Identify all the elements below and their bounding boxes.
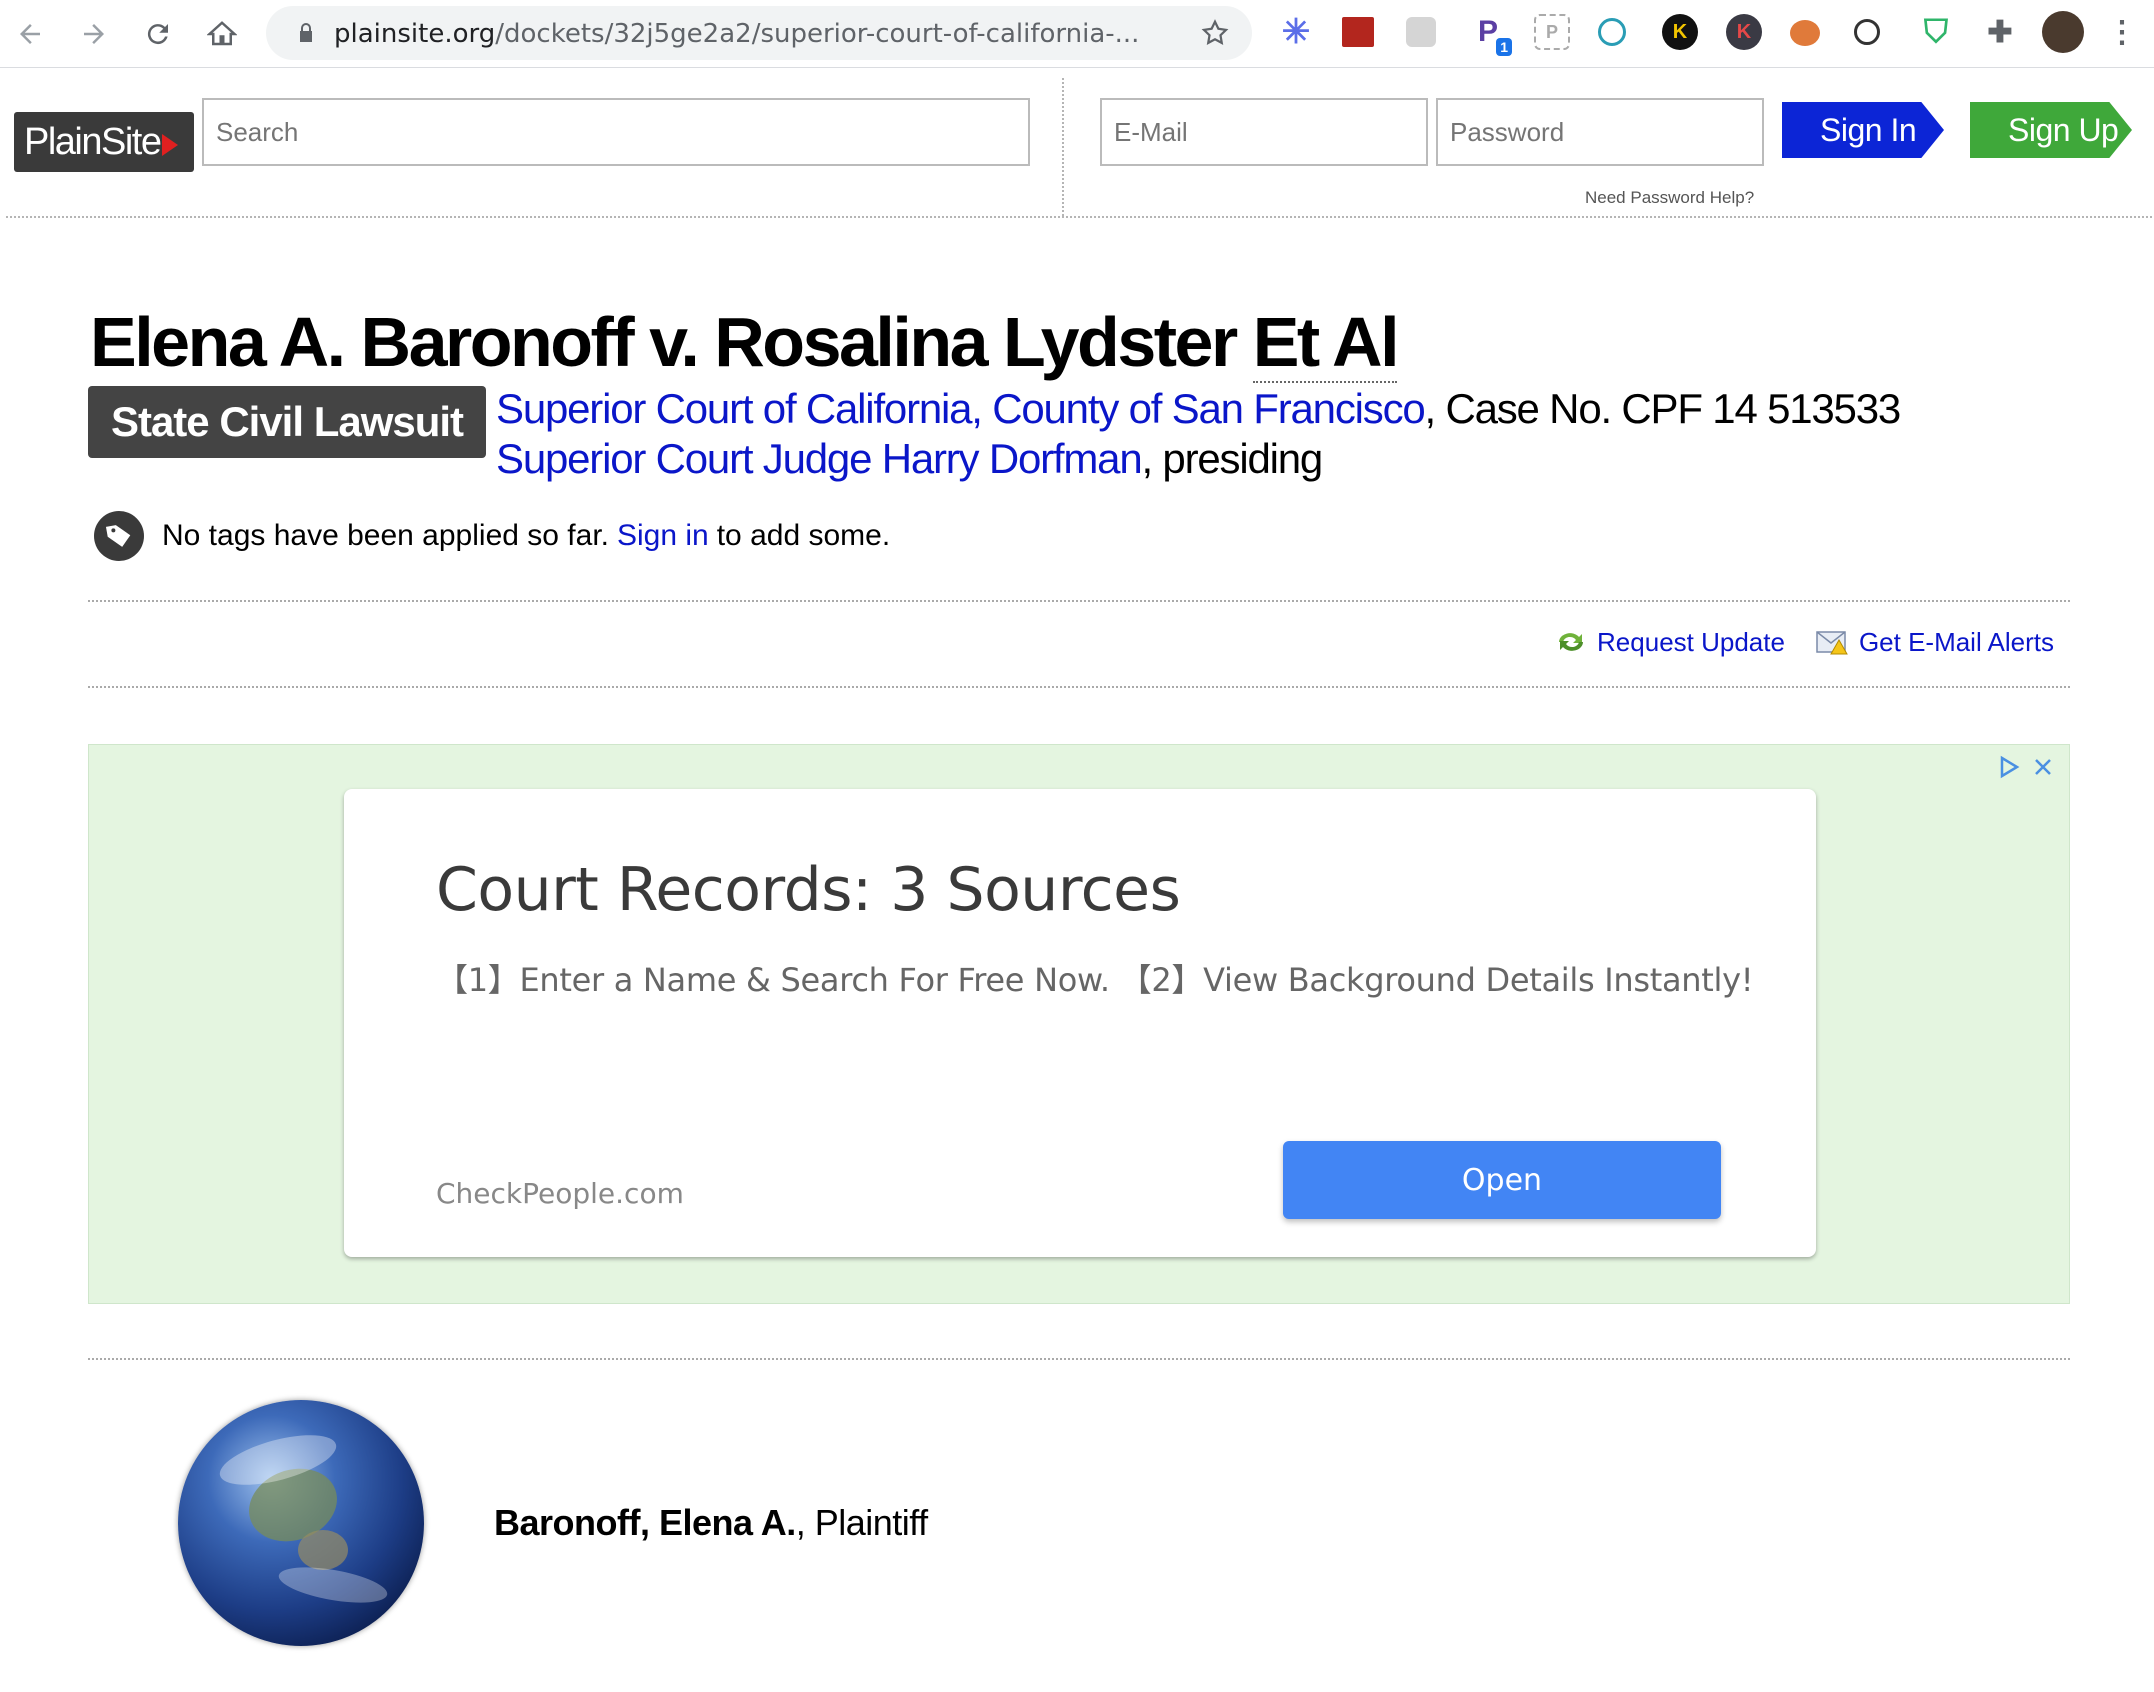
ad-choices-icon[interactable] xyxy=(1995,753,2023,781)
section-divider xyxy=(88,600,2070,602)
extensions-puzzle-icon[interactable]: ✚ xyxy=(1982,14,2018,50)
ad-card[interactable]: Court Records: 3 Sources 【1】Enter a Name… xyxy=(344,789,1816,1257)
tags-text-after: to add some. xyxy=(716,519,891,552)
judge-line: Superior Court Judge Harry Dorfman, pres… xyxy=(496,434,1323,484)
party-entry: Baronoff, Elena A., Plaintiff xyxy=(494,1502,928,1544)
arrow-right-icon xyxy=(84,24,104,44)
tag-icon xyxy=(94,511,144,561)
ad-open-button[interactable]: Open xyxy=(1283,1141,1721,1219)
request-update-label: Request Update xyxy=(1597,626,1785,657)
url-text: plainsite.org/dockets/32j5ge2a2/superior… xyxy=(334,19,1139,49)
forward-button[interactable] xyxy=(74,14,114,54)
court-link[interactable]: Superior Court of California, County of … xyxy=(496,385,1426,432)
case-type-badge: State Civil Lawsuit xyxy=(88,386,486,458)
party-globe-image xyxy=(178,1400,424,1646)
ad-close-icon[interactable] xyxy=(2029,753,2057,781)
lock-icon xyxy=(300,23,312,42)
back-button[interactable] xyxy=(10,14,50,54)
header-bottom-divider xyxy=(6,216,2152,218)
section-divider xyxy=(88,1358,2070,1360)
reload-button[interactable] xyxy=(138,14,178,54)
ad-domain: CheckPeople.com xyxy=(436,1177,684,1210)
extension-placeholder-icon[interactable]: P xyxy=(1534,14,1570,50)
logo-arrow-icon xyxy=(162,134,179,156)
email-alerts-link[interactable]: Get E-Mail Alerts xyxy=(1815,626,2054,658)
browser-toolbar: plainsite.org/dockets/32j5ge2a2/superior… xyxy=(0,0,2154,68)
header-divider xyxy=(1062,78,1064,216)
request-update-link[interactable]: Request Update xyxy=(1553,626,1785,658)
search-input[interactable] xyxy=(202,98,1030,166)
judge-link[interactable]: Superior Court Judge Harry Dorfman xyxy=(496,435,1143,482)
extension-badge: 1 xyxy=(1496,38,1512,56)
logo-text: PlainSite xyxy=(24,120,162,163)
address-bar[interactable]: plainsite.org/dockets/32j5ge2a2/superior… xyxy=(266,6,1252,60)
url-path: /dockets/32j5ge2a2/superior-court-of-cal… xyxy=(495,19,1140,49)
extension-shield-icon[interactable]: ⛉ xyxy=(1918,13,1954,50)
court-line: Superior Court of California, County of … xyxy=(496,384,1902,434)
extension-k-dark-icon[interactable]: K xyxy=(1726,14,1762,50)
tags-row: No tags have been applied so far. Sign i… xyxy=(94,508,890,564)
password-field[interactable] xyxy=(1436,98,1764,166)
extension-k-icon[interactable]: K xyxy=(1662,14,1698,50)
case-title-abbr: Et Al xyxy=(1252,303,1400,383)
ad-title: Court Records: 3 Sources xyxy=(436,855,1181,925)
sign-up-button[interactable]: Sign Up xyxy=(1970,102,2132,158)
profile-avatar[interactable] xyxy=(2042,11,2084,53)
extension-note-icon[interactable] xyxy=(1406,17,1436,47)
party-role: , Plaintiff xyxy=(795,1502,928,1543)
tags-text-before: No tags have been applied so far. xyxy=(162,519,609,552)
browser-menu-icon[interactable]: ⋮ xyxy=(2107,14,2137,50)
extension-eye-icon[interactable] xyxy=(1598,18,1626,46)
judge-suffix: , presiding xyxy=(1141,435,1323,482)
tags-sign-in-link[interactable]: Sign in xyxy=(617,519,709,553)
extension-p-icon[interactable]: P1 xyxy=(1470,14,1512,56)
party-name[interactable]: Baronoff, Elena A. xyxy=(494,1502,796,1543)
advertisement: Court Records: 3 Sources 【1】Enter a Name… xyxy=(88,744,2070,1304)
url-host: plainsite.org xyxy=(334,19,496,49)
extension-signal-icon[interactable] xyxy=(1342,17,1374,47)
section-divider xyxy=(88,686,2070,688)
sign-in-button[interactable]: Sign In xyxy=(1782,102,1944,158)
home-button[interactable] xyxy=(202,14,242,54)
plainsite-logo[interactable]: PlainSite xyxy=(14,112,194,172)
extension-snowflake-icon[interactable]: ✳ xyxy=(1278,13,1314,51)
reload-icon xyxy=(147,24,168,45)
password-help-link[interactable]: Need Password Help? xyxy=(1585,188,1754,208)
extension-robot-icon[interactable] xyxy=(1790,20,1820,46)
case-title-main: Elena A. Baronoff v. Rosalina Lydster xyxy=(90,303,1253,381)
arrow-left-icon xyxy=(20,24,40,44)
extension-record-icon[interactable] xyxy=(1854,19,1880,45)
email-field[interactable] xyxy=(1100,98,1428,166)
case-title: Elena A. Baronoff v. Rosalina Lydster Et… xyxy=(90,302,1400,383)
site-header: PlainSite Sign In Sign Up Need Password … xyxy=(0,68,2154,220)
case-number: , Case No. CPF 14 513533 xyxy=(1424,385,1902,432)
email-alert-icon xyxy=(1816,631,1848,655)
bookmark-star-icon[interactable] xyxy=(1200,18,1230,48)
case-actions: Request Update Get E-Mail Alerts xyxy=(1553,626,2054,658)
email-alerts-label: Get E-Mail Alerts xyxy=(1858,626,2054,657)
ad-subtitle: 【1】Enter a Name & Search For Free Now. 【… xyxy=(436,961,1754,999)
refresh-icon xyxy=(1559,633,1584,651)
home-icon xyxy=(207,21,237,46)
